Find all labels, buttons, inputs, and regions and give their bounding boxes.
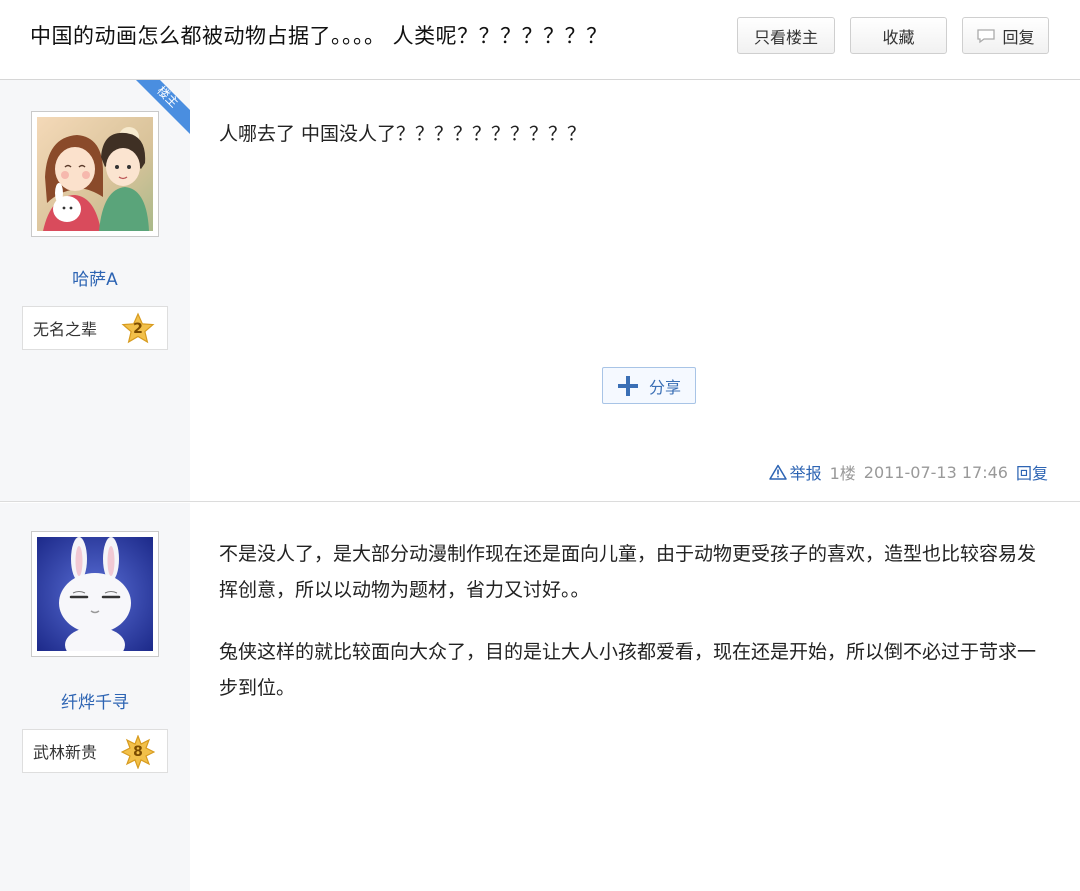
rank-box: 无名之辈 2 (22, 306, 168, 350)
author-sidebar: 哈萨A 无名之辈 2 (0, 80, 190, 501)
thread-header: 中国的动画怎么都被动物占据了。。。。 人类呢？？？？？？？ 只看楼主 收藏 回复 (0, 0, 1080, 80)
star-badge-icon: 2 (121, 312, 155, 346)
rank-box: 武林新贵 8 (22, 729, 168, 773)
rank-name: 武林新贵 (33, 743, 98, 762)
warning-icon (768, 464, 787, 480)
post-body: 不是没人了，是大部分动漫制作现在还是面向儿童，由于动物更受孩子的喜欢，造型也比较… (219, 536, 1049, 706)
collect-button[interactable]: 收藏 (850, 17, 947, 54)
post-floor-2: 纤烨千寻 武林新贵 8 不是没人了，是大部分动漫制作现在还是面向儿童，由于动物更… (0, 503, 1080, 891)
post-paragraph: 人哪去了 中国没人了？？？？？？？？？？ (219, 123, 587, 145)
share-label: 分享 (648, 377, 681, 397)
reply-button[interactable]: 回复 (962, 17, 1049, 54)
post-meta: 举报 1楼 2011-07-13 17:46 回复 (768, 460, 1048, 484)
share-button[interactable]: 分享 (602, 367, 696, 404)
rank-level: 2 (133, 321, 143, 337)
avatar-rabbit (37, 537, 153, 651)
share-plus-icon (617, 375, 638, 396)
report-label: 举报 (789, 464, 822, 483)
post-paragraph: 兔侠这样的就比较面向大众了，目的是让大人小孩都爱看，现在还是开始，所以倒不必过于… (219, 641, 1037, 699)
avatar-couple (37, 117, 153, 231)
username[interactable]: 哈萨A (0, 265, 190, 290)
post-body: 人哪去了 中国没人了？？？？？？？？？？ (219, 116, 1049, 152)
report-link[interactable]: 举报 (768, 460, 822, 484)
post-content: 人哪去了 中国没人了？？？？？？？？？？ 分享 举报 1楼 2011-07-13… (190, 80, 1080, 501)
thread-title: 中国的动画怎么都被动物占据了。。。。 人类呢？？？？？？？ (30, 24, 608, 48)
reply-button-label: 回复 (1002, 27, 1035, 47)
rank-name: 无名之辈 (33, 320, 98, 339)
post-timestamp: 2011-07-13 17:46 (863, 462, 1008, 482)
post-content: 不是没人了，是大部分动漫制作现在还是面向儿童，由于动物更受孩子的喜欢，造型也比较… (190, 503, 1080, 891)
reply-bubble-icon (977, 28, 996, 43)
post-floor-1: 哈萨A 无名之辈 2 楼主 人哪去了 中国没人了？？？？？？？？？？ 分享 举报… (0, 80, 1080, 502)
reply-link[interactable]: 回复 (1016, 460, 1048, 484)
post-paragraph: 不是没人了，是大部分动漫制作现在还是面向儿童，由于动物更受孩子的喜欢，造型也比较… (219, 543, 1037, 601)
username[interactable]: 纤烨千寻 (0, 688, 190, 713)
floor-number: 1楼 (829, 464, 856, 483)
star-badge-icon: 8 (120, 734, 156, 770)
author-sidebar: 纤烨千寻 武林新贵 8 (0, 503, 190, 891)
rank-level: 8 (133, 744, 143, 760)
only-op-button[interactable]: 只看楼主 (737, 17, 835, 54)
op-ribbon: 楼主 (136, 80, 190, 134)
avatar[interactable] (31, 531, 159, 657)
